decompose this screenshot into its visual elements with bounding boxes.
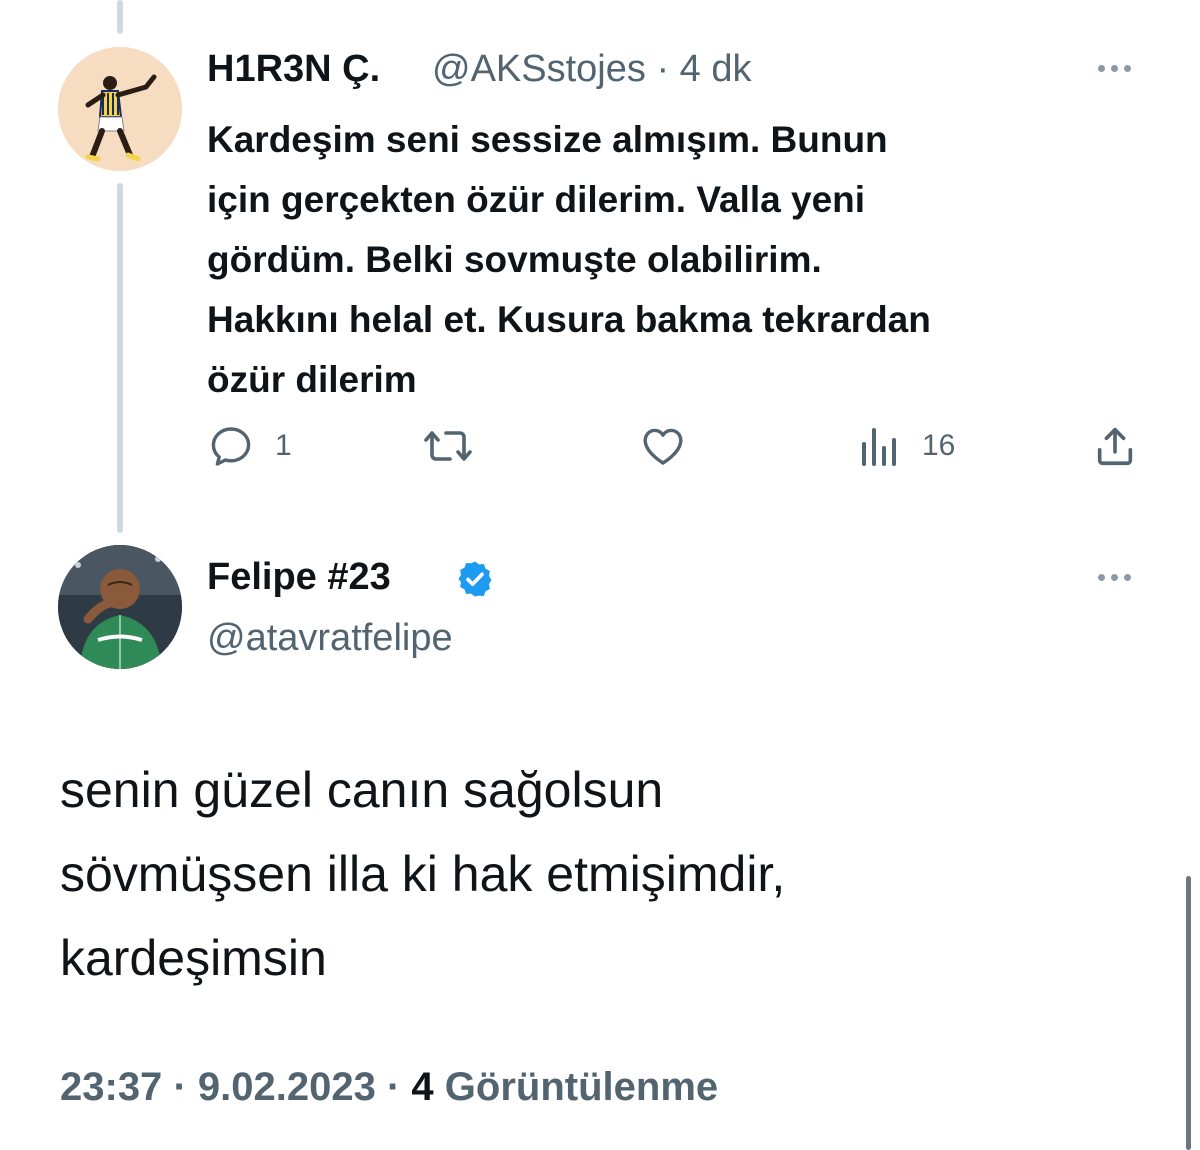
more-icon[interactable] — [1098, 574, 1131, 581]
views-button[interactable]: 16 — [858, 422, 955, 470]
views-icon — [862, 428, 896, 466]
user-handle[interactable]: @atavratfelipe — [207, 617, 453, 660]
views-count[interactable]: 4 — [411, 1065, 433, 1109]
reply-icon — [211, 427, 251, 466]
reply-tweet-text: Kardeşim seni sessize almışım. Bunun içi… — [207, 119, 931, 400]
share-icon — [1097, 427, 1133, 466]
separator-dot: · — [173, 1065, 187, 1109]
like-icon — [643, 428, 683, 465]
user-handle[interactable]: @AKSstojes — [432, 48, 646, 90]
verified-badge-icon — [458, 561, 492, 597]
tweet-time[interactable]: 23:37 — [60, 1065, 162, 1109]
share-button[interactable] — [1092, 422, 1138, 470]
time-ago[interactable]: 4 dk — [680, 48, 752, 90]
avatar[interactable] — [58, 545, 182, 669]
views-label[interactable]: Görüntülenme — [445, 1065, 718, 1109]
retweet-button[interactable] — [422, 422, 474, 470]
reply-count: 1 — [275, 429, 292, 462]
like-button[interactable] — [638, 422, 688, 470]
scrollbar[interactable] — [1186, 876, 1191, 1150]
tweet-date[interactable]: 9.02.2023 — [198, 1065, 376, 1109]
display-name[interactable]: H1R3N Ç. — [207, 48, 380, 91]
player-avatar-image — [58, 47, 182, 171]
reply-button[interactable]: 1 — [207, 422, 292, 470]
separator-dot: · — [656, 48, 670, 90]
views-count: 16 — [922, 429, 956, 462]
thread-line-top — [117, 0, 123, 34]
handle-time-row: @AKSstojes · 4 dk — [432, 48, 752, 91]
main-tweet-text: senin güzel canın sağolsun sövmüşsen ill… — [60, 762, 786, 986]
retweet-icon — [424, 431, 472, 461]
more-icon[interactable] — [1098, 65, 1131, 72]
tweet-meta: 23:37 · 9.02.2023 · 4 Görüntülenme — [60, 1065, 718, 1110]
avatar[interactable] — [58, 47, 182, 171]
player-avatar-image — [58, 545, 182, 669]
display-name[interactable]: Felipe #23 — [207, 556, 391, 599]
thread-line — [117, 183, 123, 533]
separator-dot: · — [386, 1065, 401, 1109]
